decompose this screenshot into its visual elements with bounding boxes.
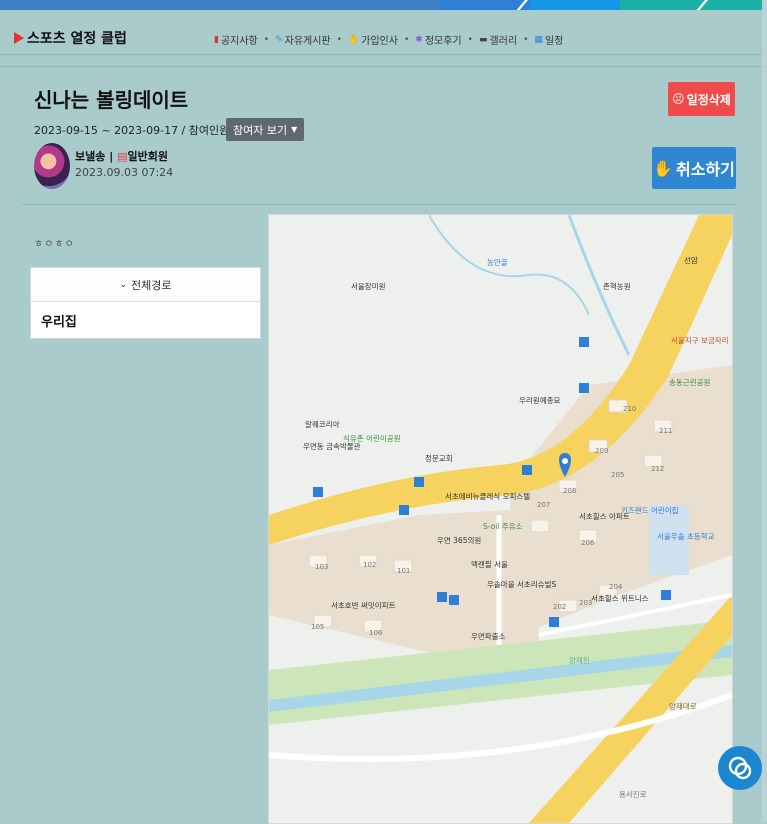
divider xyxy=(22,204,736,205)
notice-icon: ▮ xyxy=(214,34,219,45)
board-icon: ✎ xyxy=(275,34,283,45)
flag-icon xyxy=(14,32,24,44)
map-label: 서초힐스 위트니스 xyxy=(591,594,649,603)
event-description: ㅎㅇㅎㅇ xyxy=(34,239,75,250)
map-label: 106 xyxy=(369,629,383,637)
gallery-icon: ▬ xyxy=(478,34,488,45)
member-badge-icon: ▤ xyxy=(117,150,128,163)
map-label: 204 xyxy=(609,583,623,591)
map-label: 202 xyxy=(553,603,567,611)
map-label: 102 xyxy=(363,561,377,569)
map-label: 105 xyxy=(311,623,325,631)
map-label: 맥렌필 서울 xyxy=(471,560,508,569)
nav-item-schedule[interactable]: ▦ 일정 xyxy=(534,32,563,48)
map-label: 송동근린공원 xyxy=(669,378,711,387)
map-label: 선암 xyxy=(684,256,698,265)
brand-name: 스포츠 열정 클럽 xyxy=(27,31,127,47)
face-icon: ☹ xyxy=(672,92,685,106)
site-header: 스포츠 열정 클럽 ▮ 공지사항 • ✎ 자유게시판 • ✋ 가입인사 • ✱ 정모후기… xyxy=(0,10,767,55)
double-chevron-down-icon: ⌄ xyxy=(119,279,128,290)
review-icon: ✱ xyxy=(415,34,423,45)
map-label: 서울지구 보금자리 xyxy=(671,336,729,345)
map-label: S-oil 주유소 xyxy=(483,522,523,531)
map-label: 103 xyxy=(315,563,329,571)
map-label: 206 xyxy=(581,539,595,547)
route-panel: ⌄ 전체경로 우리집 xyxy=(30,267,261,339)
map-label: 205 xyxy=(611,471,625,479)
map-label: 알퀘코리아 xyxy=(305,420,340,429)
top-banner xyxy=(0,0,767,10)
cancel-participation-button[interactable]: ✋ 취소하기 xyxy=(652,147,736,189)
view-participants-button[interactable]: 참여자 보기 ▼ xyxy=(226,118,305,141)
nav-item-board[interactable]: ✎ 자유게시판 xyxy=(275,32,331,48)
map-label: 서초호반 써밋이피트 xyxy=(331,601,396,610)
nav-item-greeting[interactable]: ✋ 가입인사 xyxy=(347,32,398,48)
map-label: 키즈랜드 어린이집 xyxy=(621,506,679,515)
nav-item-notice[interactable]: ▮ 공지사항 xyxy=(214,32,258,48)
map-label: 212 xyxy=(651,465,665,473)
brand-link[interactable]: 스포츠 열정 클럽 xyxy=(14,28,127,48)
route-map[interactable]: 서울장미원 농안골 존혁농원 선암 서울지구 보금자리 송동근린공원 우리원예종… xyxy=(268,214,733,824)
map-label: 우면동 금속박물관 xyxy=(303,442,361,451)
map-label: 존혁농원 xyxy=(603,282,631,291)
map-label: 서초에비뉴클레식 오피스텔 xyxy=(445,492,531,501)
map-label: 서울우솔 초등학교 xyxy=(657,532,715,541)
greeting-icon: ✋ xyxy=(347,34,360,45)
avatar xyxy=(34,143,70,189)
map-label: 정문교회 xyxy=(425,454,453,463)
map-label: 208 xyxy=(563,487,577,495)
nav-item-review[interactable]: ✱ 정모후기 xyxy=(415,32,461,48)
chat-bubbles-icon xyxy=(728,756,752,780)
map-label: 농안골 xyxy=(487,258,508,267)
caret-down-icon: ▼ xyxy=(291,125,298,134)
main-nav: ▮ 공지사항 • ✎ 자유게시판 • ✋ 가입인사 • ✱ 정모후기 • ▬ 갤러리 • … xyxy=(214,32,563,48)
calendar-icon: ▦ xyxy=(534,34,543,45)
hand-icon: ✋ xyxy=(653,158,674,178)
route-toggle[interactable]: ⌄ 전체경로 xyxy=(31,268,260,302)
map-label: 우솔마을 서초리슈빌S xyxy=(487,580,557,589)
map-label: 양재대로 xyxy=(669,702,697,711)
posted-date: 2023.09.03 07:24 xyxy=(75,166,174,179)
event-title: 신나는 볼링데이트 xyxy=(34,88,189,112)
chat-button[interactable] xyxy=(718,746,762,790)
map-label: 101 xyxy=(397,567,411,575)
map-label: 서울장미원 xyxy=(351,282,386,291)
scrollbar-track[interactable] xyxy=(762,0,767,822)
map-canvas xyxy=(269,215,732,823)
map-label: 우리원예종묘 xyxy=(519,396,561,405)
map-label: 우면 365의원 xyxy=(437,536,482,545)
map-label: 207 xyxy=(537,501,551,509)
author-line: 보낼송 | ▤일반회원 xyxy=(75,150,168,163)
nav-item-gallery[interactable]: ▬ 갤러리 xyxy=(478,32,517,48)
map-label: 210 xyxy=(623,405,637,413)
author-name: 보낼송 xyxy=(75,150,106,163)
map-label: 우면파출소 xyxy=(471,632,506,641)
map-label: 211 xyxy=(659,427,673,435)
delete-schedule-button[interactable]: ☹ 일정삭제 xyxy=(668,82,735,116)
map-label: 양재천 xyxy=(569,656,590,665)
author-role: 일반회원 xyxy=(127,150,168,163)
route-item[interactable]: 우리집 xyxy=(31,302,260,339)
map-label: 203 xyxy=(579,599,593,607)
map-label: 용사진로 xyxy=(619,790,647,799)
map-label: 209 xyxy=(595,447,609,455)
